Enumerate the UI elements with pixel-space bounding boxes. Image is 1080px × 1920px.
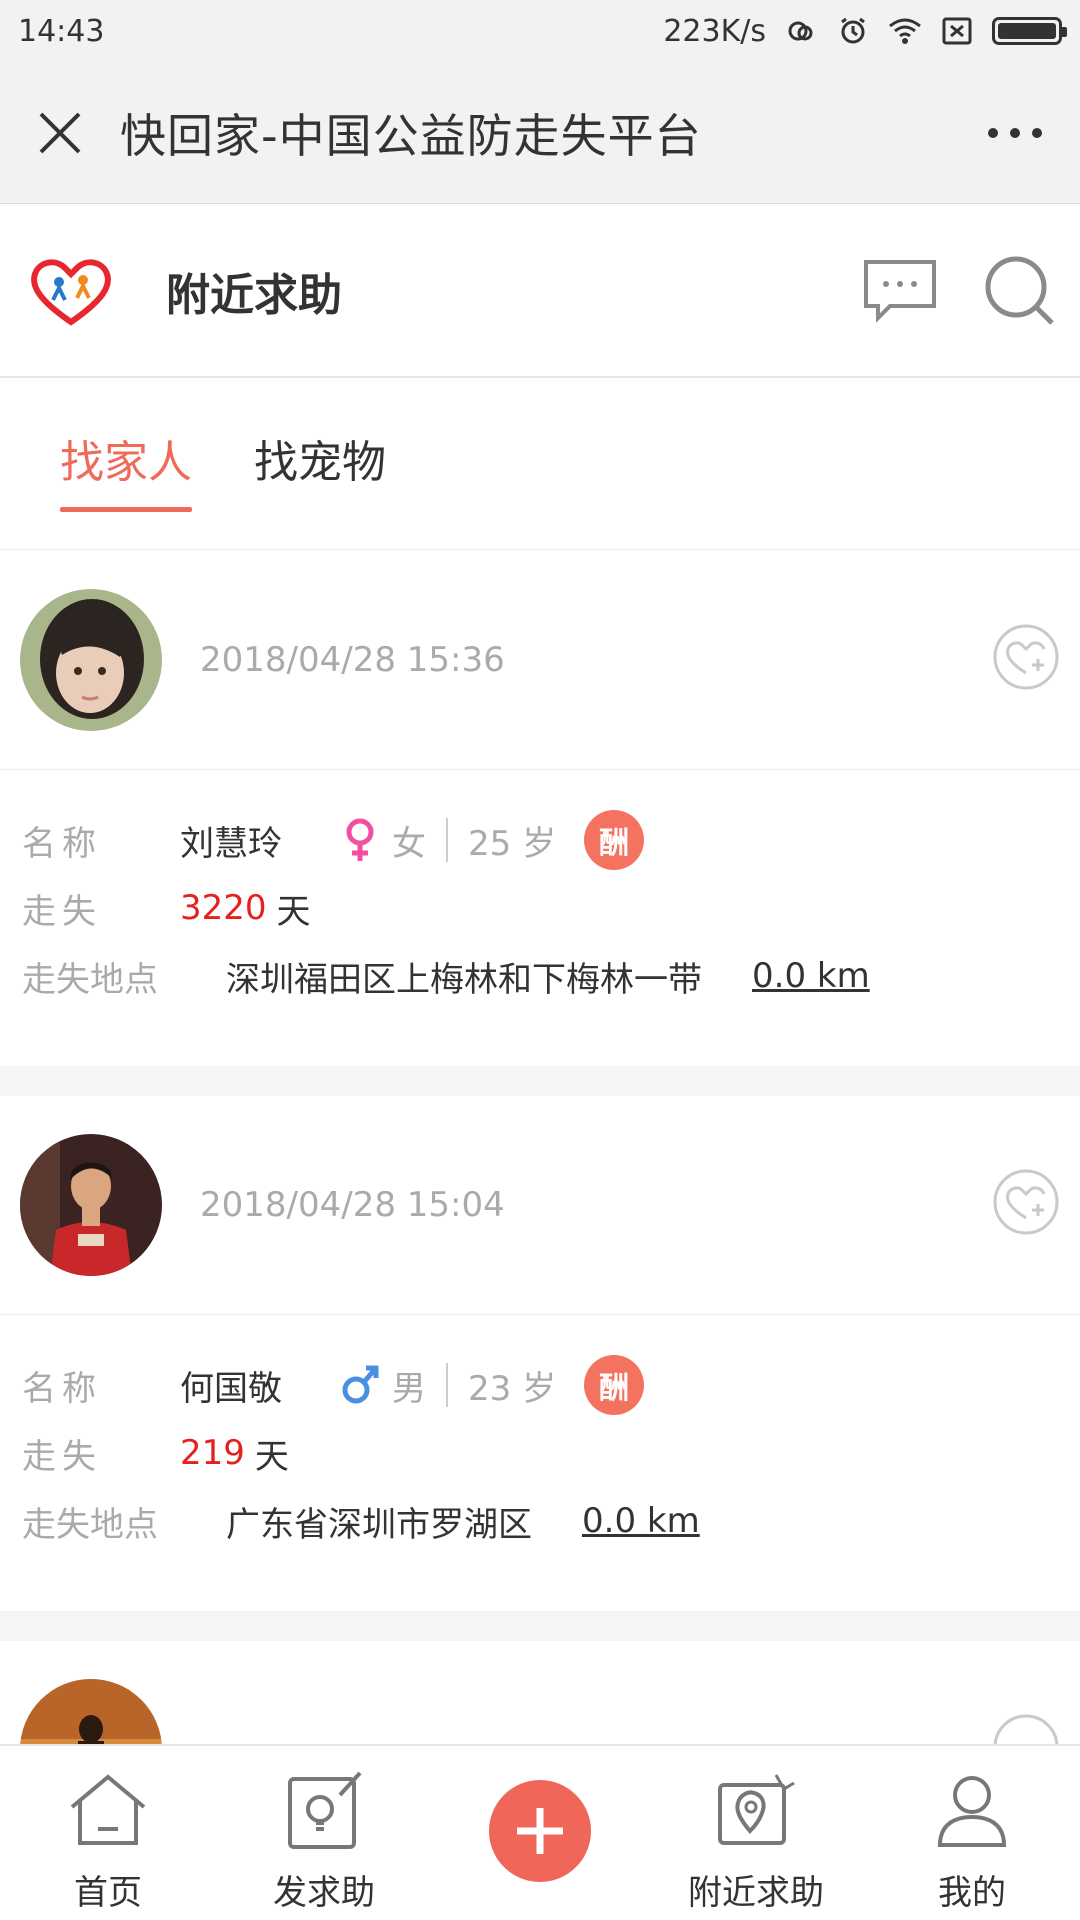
more-button[interactable] [950,62,1080,204]
card-header: 2018/04/28 15:04 [0,1096,1080,1315]
missing-days: 3220 [180,888,267,928]
missing-label: 走失 [22,1436,102,1477]
missing-place: 广东省深圳市罗湖区 [226,1504,532,1545]
gender: 女 [340,816,426,865]
gender-label: 男 [392,1368,426,1409]
no-sim-icon [942,17,972,45]
missing-label: 走失 [22,891,102,932]
place-label: 走失地点 [22,959,158,1000]
girl-photo [20,589,162,731]
reward-badge: 酬 [584,810,645,870]
person-name: 刘慧玲 [180,823,282,864]
nav-add[interactable] [432,1746,648,1920]
sync-icon [788,21,813,41]
webview-title-bar: 快回家-中国公益防走失平台 [0,62,1080,204]
male-icon [342,1365,379,1404]
post-date: 2018/04/28 15:36 [200,640,505,680]
missing-row: 走失 3220 天 [0,874,1080,942]
favorite-heart-icon[interactable] [992,1168,1060,1236]
nav-home-label: 首页 [74,1873,142,1913]
list-item[interactable] [0,1641,1080,1744]
boy-photo [20,1134,162,1276]
female-icon [346,818,374,861]
nav-home[interactable]: 首页 [0,1746,216,1920]
divider [446,818,448,862]
status-icons: 223K/s [663,13,1067,49]
close-icon [39,112,81,153]
place-row: 走失地点 广东省深圳市罗湖区 0.0 km [0,1487,1080,1555]
tab-find-family[interactable]: 找家人 [60,426,192,512]
name-label: 名称 [22,823,102,864]
bottom-nav: 首页 发求助 附近求助 我的 [0,1744,1080,1920]
messages-button[interactable] [840,231,960,351]
nav-nearby-label: 附近求助 [688,1873,824,1913]
header-title: 附近求助 [166,269,342,321]
nav-post-help[interactable]: 发求助 [216,1746,432,1920]
chat-bubble-icon [864,259,936,323]
missing-row: 走失 219 天 [0,1419,1080,1487]
favorite-heart-icon[interactable] [992,623,1060,691]
list-item[interactable]: 2018/04/28 15:36 名称 刘慧玲 女 25 岁 酬 走失 3220… [0,551,1080,1066]
search-icon [985,256,1054,325]
category-tabs: 找家人 找宠物 [0,380,1080,550]
place-row: 走失地点 深圳福田区上梅林和下梅林一带 0.0 km [0,942,1080,1010]
page-title: 快回家-中国公益防走失平台 [120,108,702,163]
wifi-icon [889,18,921,44]
tab-find-pet[interactable]: 找宠物 [254,426,386,504]
home-icon [70,1774,146,1845]
distance-link[interactable]: 0.0 km [582,1501,700,1541]
close-button[interactable] [0,62,120,204]
network-speed: 223K/s [663,13,766,49]
reward-badge: 酬 [584,1355,645,1415]
age: 25 岁 [468,823,557,864]
profile-icon [937,1776,1007,1847]
days-unit: 天 [254,1436,289,1477]
plus-icon [517,1808,563,1854]
alarm-icon [841,17,865,44]
place-label: 走失地点 [22,1504,158,1545]
app-header: 附近求助 [0,205,1080,378]
battery-icon [992,17,1067,45]
nav-profile-label: 我的 [938,1873,1006,1913]
missing-place: 深圳福田区上梅林和下梅林一带 [226,959,702,1000]
nearby-map-icon [718,1774,795,1845]
post-help-icon [288,1771,362,1849]
distance-link[interactable]: 0.0 km [752,956,870,996]
person-name: 何国敬 [180,1368,282,1409]
avatar[interactable] [20,589,162,731]
nav-profile[interactable]: 我的 [864,1746,1080,1920]
gender-label: 女 [392,823,426,864]
favorite-heart-icon[interactable] [992,1713,1060,1744]
nav-nearby[interactable]: 附近求助 [648,1746,864,1920]
gender: 男 [340,1361,426,1410]
card-header [0,1641,1080,1744]
age: 23 岁 [468,1368,557,1409]
sunset-photo [20,1679,162,1744]
card-details: 名称 刘慧玲 女 25 岁 酬 走失 3220 天 走失地点 深圳福田区上梅林和… [0,770,1080,1066]
more-dots-icon [988,127,1042,138]
nav-post-help-label: 发求助 [273,1873,375,1913]
card-details: 名称 何国敬 男 23 岁 酬 走失 219 天 走失地点 广东省深圳市罗湖区 … [0,1315,1080,1611]
name-label: 名称 [22,1368,102,1409]
add-button[interactable] [489,1780,591,1882]
name-row: 名称 何国敬 男 23 岁 酬 [0,1351,1080,1419]
help-list[interactable]: 2018/04/28 15:36 名称 刘慧玲 女 25 岁 酬 走失 3220… [0,551,1080,1744]
missing-days: 219 [180,1433,245,1473]
name-row: 名称 刘慧玲 女 25 岁 酬 [0,806,1080,874]
app-logo [16,236,126,346]
list-item[interactable]: 2018/04/28 15:04 名称 何国敬 男 23 岁 酬 走失 219 … [0,1096,1080,1611]
search-button[interactable] [960,231,1080,351]
avatar[interactable] [20,1679,162,1744]
divider [446,1363,448,1407]
card-header: 2018/04/28 15:36 [0,551,1080,770]
post-date: 2018/04/28 15:04 [200,1185,505,1225]
status-bar: 14:43 223K/s [0,0,1080,62]
heart-logo-icon [31,258,111,326]
status-time: 14:43 [18,13,105,49]
avatar[interactable] [20,1134,162,1276]
days-unit: 天 [276,891,311,932]
